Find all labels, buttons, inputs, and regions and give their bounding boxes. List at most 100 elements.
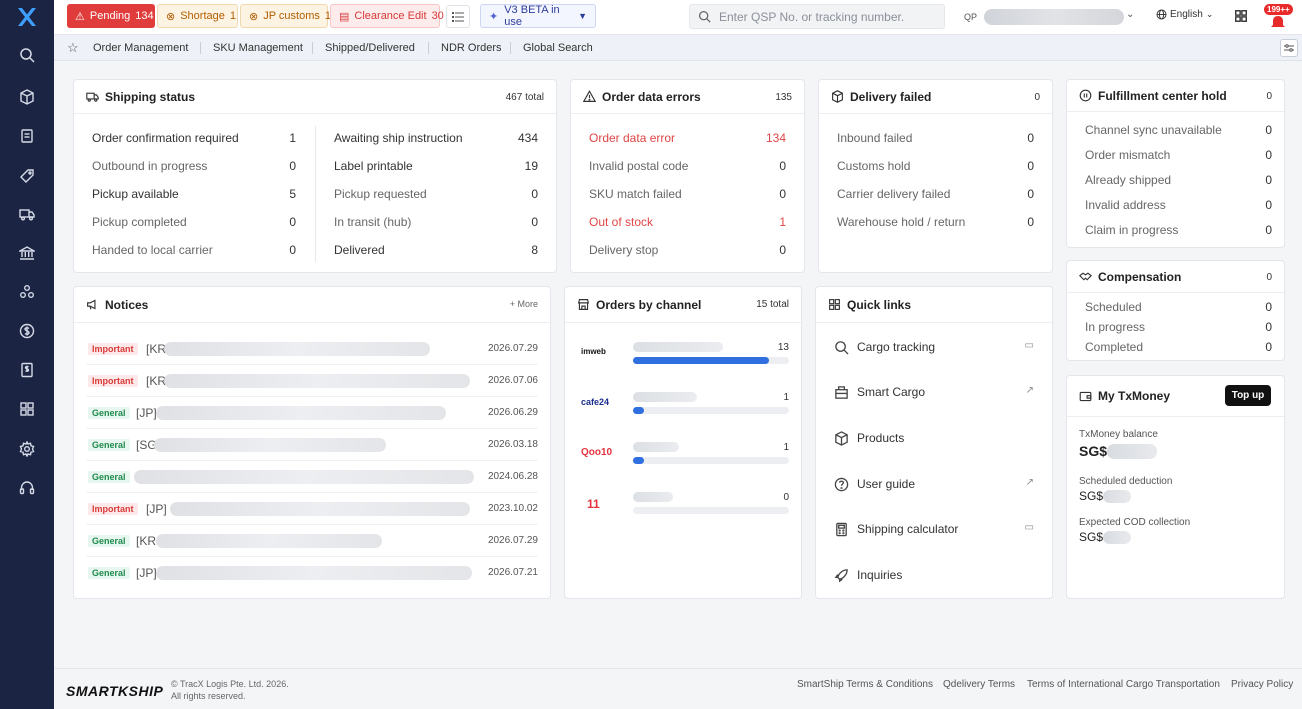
quick-link-inquiries[interactable]: Inquiries <box>834 565 1034 585</box>
status-row[interactable]: Pickup completed 0 <box>92 215 296 229</box>
quick-link-label: Inquiries <box>857 568 903 582</box>
notice-row[interactable]: Important [KR 2026.07.29 <box>86 333 538 365</box>
hold-row[interactable]: Claim in progress 0 <box>1085 223 1272 237</box>
search-icon[interactable] <box>16 44 38 66</box>
notice-title-redacted <box>156 566 472 580</box>
tag-icon[interactable] <box>16 165 38 187</box>
error-value: 0 <box>779 159 786 173</box>
notice-row[interactable]: General [JP] 2026.06.29 <box>86 397 538 429</box>
failed-row[interactable]: Inbound failed 0 <box>837 131 1034 145</box>
notice-row[interactable]: General [SG 2026.03.18 <box>86 429 538 461</box>
notices-more-link[interactable]: + More <box>510 299 538 309</box>
subnav-order-management[interactable]: Order Management <box>93 42 188 54</box>
status-row[interactable]: Outbound in progress 0 <box>92 159 296 173</box>
account-name[interactable] <box>984 9 1124 25</box>
failed-row[interactable]: Customs hold 0 <box>837 159 1034 173</box>
notice-row[interactable]: General [JP] 2026.07.21 <box>86 557 538 589</box>
clearance-edit-tag[interactable]: ▤ Clearance Edit 30 <box>330 4 444 28</box>
beta-toggle[interactable]: ✦ V3 BETA in use ▼ <box>480 4 596 28</box>
notification-button[interactable]: 199++ <box>1264 3 1293 29</box>
list-menu-button[interactable] <box>446 5 470 28</box>
network-icon[interactable] <box>16 281 38 303</box>
quick-link-cargo-tracking[interactable]: Cargo tracking ▭ <box>834 337 1034 357</box>
hold-row[interactable]: Invalid address 0 <box>1085 198 1272 212</box>
shortage-tag[interactable]: ⊗ Shortage 1 <box>157 4 238 28</box>
status-row[interactable]: Delivered 8 <box>334 243 538 257</box>
apps-icon[interactable] <box>16 398 38 420</box>
status-row[interactable]: Label printable 19 <box>334 159 538 173</box>
invoice-icon[interactable] <box>16 359 38 381</box>
box-icon[interactable] <box>16 86 38 108</box>
channel-row[interactable]: 11 0 <box>577 489 789 533</box>
compensation-row[interactable]: In progress 0 <box>1085 320 1272 334</box>
orders-by-channel-card: Orders by channel 15 total imweb 13 cafe… <box>564 286 802 599</box>
notice-row[interactable]: General [KR 2026.07.29 <box>86 525 538 557</box>
subnav-ndr-orders[interactable]: NDR Orders <box>441 42 502 54</box>
channel-row[interactable]: cafe24 1 <box>577 389 789 433</box>
headset-icon[interactable] <box>16 477 38 499</box>
notice-row[interactable]: General 2024.06.28 <box>86 461 538 493</box>
filter-settings-icon[interactable] <box>1280 39 1298 57</box>
hold-row[interactable]: Order mismatch 0 <box>1085 148 1272 162</box>
footer-link-privacy[interactable]: Privacy Policy <box>1231 679 1293 690</box>
hold-row[interactable]: Already shipped 0 <box>1085 173 1272 187</box>
app-grid-icon[interactable] <box>1234 9 1248 26</box>
search-box <box>689 4 945 29</box>
subnav-global-search[interactable]: Global Search <box>523 42 593 54</box>
notice-row[interactable]: Important [KR 2026.07.06 <box>86 365 538 397</box>
error-label: Delivery stop <box>589 243 659 257</box>
star-icon[interactable]: ☆ <box>67 40 79 56</box>
top-up-button[interactable]: Top up <box>1225 385 1271 406</box>
compensation-total: 0 <box>1266 272 1272 283</box>
error-row[interactable]: Order data error 134 <box>589 131 786 145</box>
status-row[interactable]: Handed to local carrier 0 <box>92 243 296 257</box>
cod-redacted <box>1103 530 1132 544</box>
error-row[interactable]: SKU match failed 0 <box>589 187 786 201</box>
error-row[interactable]: Invalid postal code 0 <box>589 159 786 173</box>
currency-icon[interactable] <box>16 320 38 342</box>
failed-row[interactable]: Carrier delivery failed 0 <box>837 187 1034 201</box>
language-selector[interactable]: English ⌄ <box>1156 9 1213 20</box>
notice-row[interactable]: Important [JP] 2023.10.02 <box>86 493 538 525</box>
orders-icon[interactable] <box>16 125 38 147</box>
subnav-shipped-delivered[interactable]: Shipped/Delivered <box>325 42 415 54</box>
truck-icon[interactable] <box>16 203 38 225</box>
app-logo[interactable] <box>15 5 39 29</box>
search-input[interactable] <box>719 9 929 24</box>
quick-link-smart-cargo[interactable]: Smart Cargo ↗ <box>834 382 1034 402</box>
account-chevron-icon[interactable]: ⌄ <box>1126 9 1134 20</box>
compensation-row[interactable]: Scheduled 0 <box>1085 300 1272 314</box>
status-row[interactable]: Order confirmation required 1 <box>92 131 296 145</box>
jp-customs-tag[interactable]: ⊗ JP customs 1 <box>240 4 331 28</box>
notice-title: [KR <box>146 342 167 356</box>
compensation-row[interactable]: Completed 0 <box>1085 340 1272 354</box>
settings-icon[interactable] <box>16 438 38 460</box>
channel-row[interactable]: Qoo10 1 <box>577 439 789 483</box>
channel-bar-fill <box>633 357 769 364</box>
failed-row[interactable]: Warehouse hold / return 0 <box>837 215 1034 229</box>
status-row[interactable]: Awaiting ship instruction 434 <box>334 131 538 145</box>
channel-count: 0 <box>783 492 789 503</box>
shortage-label: Shortage <box>180 10 225 22</box>
channel-bar-fill <box>633 457 644 464</box>
subnav-sku-management[interactable]: SKU Management <box>213 42 303 54</box>
status-row[interactable]: Pickup requested 0 <box>334 187 538 201</box>
error-row[interactable]: Delivery stop 0 <box>589 243 786 257</box>
footer-link-terms[interactable]: SmartShip Terms & Conditions <box>797 679 933 690</box>
status-row[interactable]: In transit (hub) 0 <box>334 215 538 229</box>
pending-tag[interactable]: ⚠ Pending 134 <box>67 4 155 28</box>
card-title: My TxMoney <box>1098 389 1171 403</box>
status-row[interactable]: Pickup available 5 <box>92 187 296 201</box>
bank-icon[interactable] <box>16 242 38 264</box>
quick-link-shipping-calculator[interactable]: Shipping calculator ▭ <box>834 519 1034 539</box>
error-row[interactable]: Out of stock 1 <box>589 215 786 229</box>
error-value: 0 <box>779 187 786 201</box>
footer-link-qdelivery-terms[interactable]: Qdelivery Terms <box>943 679 1015 690</box>
channel-row[interactable]: imweb 13 <box>577 339 789 383</box>
quick-link-products[interactable]: Products <box>834 428 1034 448</box>
globe-icon <box>1156 9 1167 20</box>
quick-link-user-guide[interactable]: User guide ↗ <box>834 474 1034 494</box>
footer-link-cargo-terms[interactable]: Terms of International Cargo Transportat… <box>1027 679 1220 690</box>
status-label: Awaiting ship instruction <box>334 131 463 145</box>
hold-row[interactable]: Channel sync unavailable 0 <box>1085 123 1272 137</box>
